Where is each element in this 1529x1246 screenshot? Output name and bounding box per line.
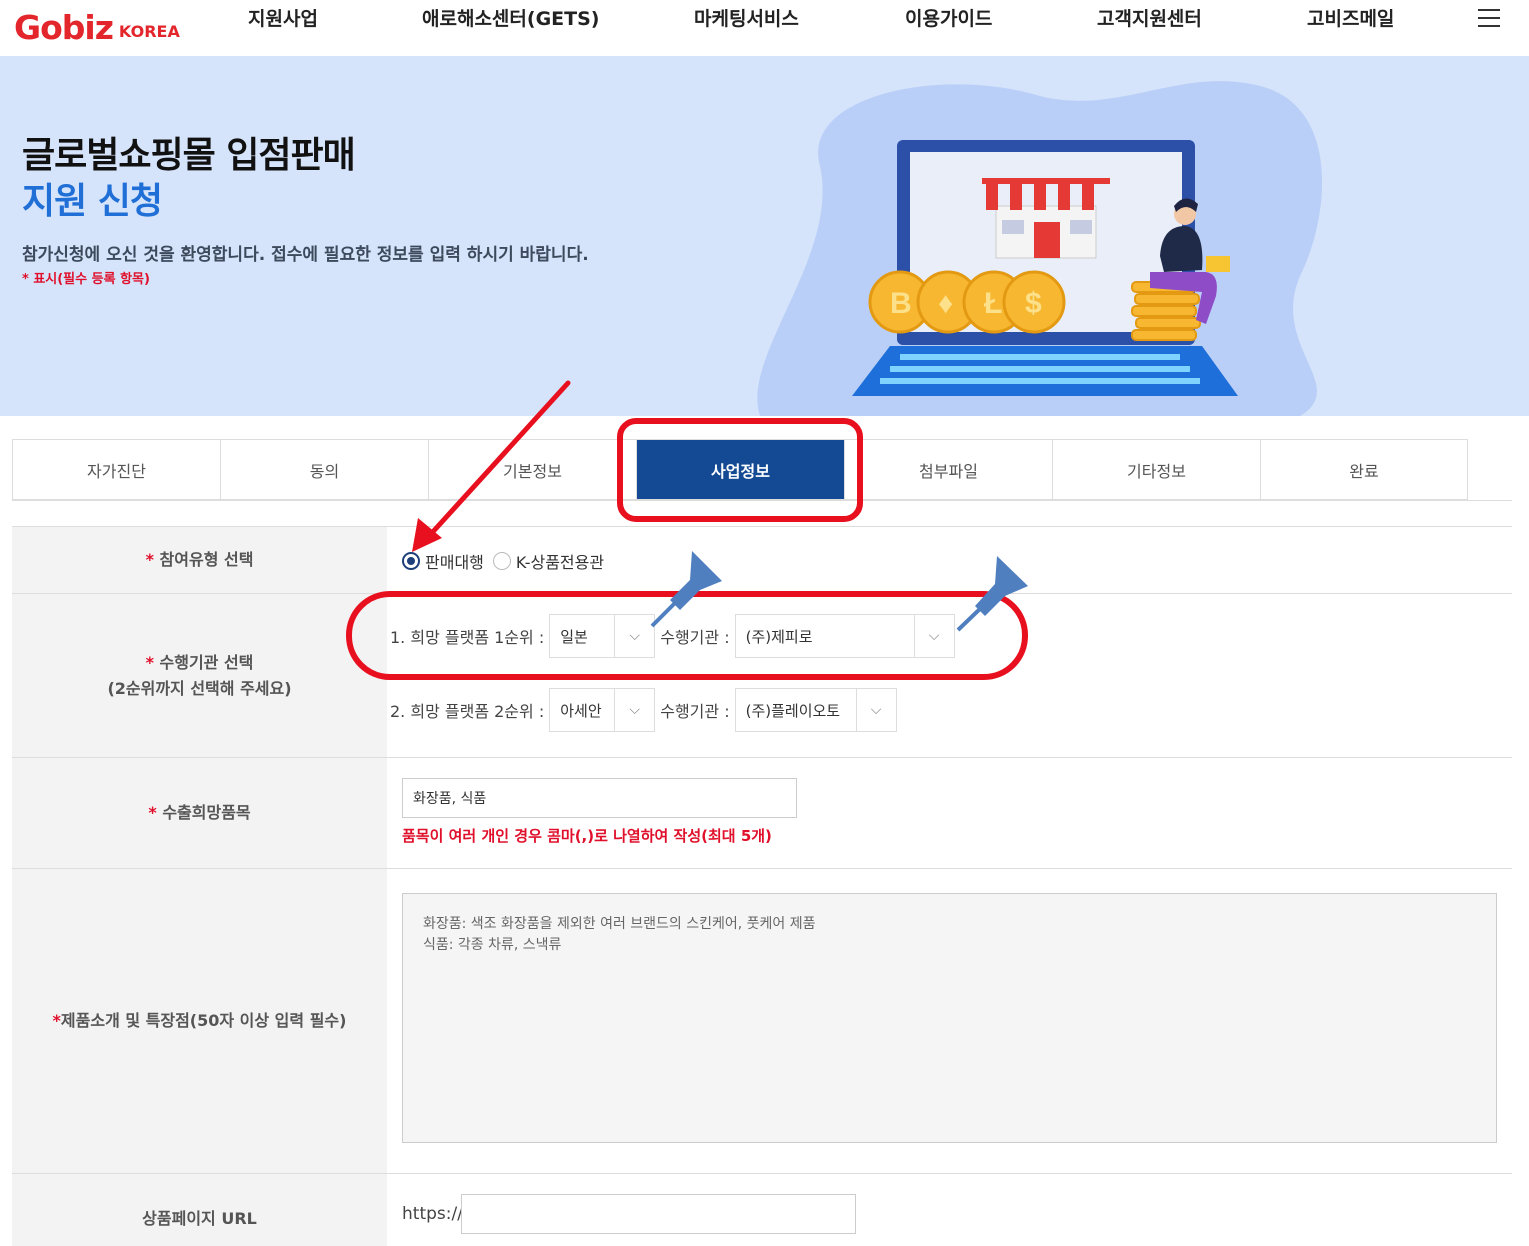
product-url-input[interactable] xyxy=(461,1194,856,1234)
agency-label-text: 수행기관 선택 xyxy=(159,652,254,672)
svg-text:B: B xyxy=(890,287,912,320)
logo-sub-text: KOREA xyxy=(118,22,180,41)
tab-basic-info[interactable]: 기본정보 xyxy=(428,439,636,500)
product-url-label: 상품페이지 URL xyxy=(12,1174,387,1246)
radio-k-product-hall[interactable] xyxy=(492,552,511,570)
tab-other-info[interactable]: 기타정보 xyxy=(1052,439,1260,500)
logo-main-text: Gobiz xyxy=(14,8,114,47)
hamburger-menu-icon[interactable] xyxy=(1478,9,1500,27)
svg-text:$: $ xyxy=(1025,287,1042,320)
tab-attachments[interactable]: 첨부파일 xyxy=(844,439,1052,500)
site-header: Gobiz KOREA 지원사업 애로해소센터(GETS) 마케팅서비스 이용가… xyxy=(0,0,1529,56)
radio-sales-agency[interactable] xyxy=(402,552,420,570)
tab-complete[interactable]: 완료 xyxy=(1260,439,1468,500)
hero-description: 참가신청에 오신 것을 환영합니다. 접수에 필요한 정보를 입력 하시기 바랍… xyxy=(22,245,589,265)
step-tabs: 자가진단 동의 기본정보 사업정보 첨부파일 기타정보 완료 xyxy=(12,439,1512,501)
required-mark: * xyxy=(148,803,157,823)
radio-sales-agency-label[interactable]: 판매대행 xyxy=(425,549,484,573)
chevron-down-icon: ⌵ xyxy=(855,689,896,731)
tab-self-diagnosis[interactable]: 자가진단 xyxy=(12,439,220,500)
priority1-agency-select[interactable]: (주)제피로 ⌵ xyxy=(734,614,955,658)
tab-agreement[interactable]: 동의 xyxy=(220,439,428,500)
product-intro-textarea[interactable]: 화장품: 색조 화장품을 제외한 여러 브랜드의 스킨케어, 풋케어 제품 식품… xyxy=(402,893,1497,1143)
priority2-agency-value: (주)플레이오토 xyxy=(745,701,841,720)
product-intro-label: *제품소개 및 특장점(50자 이상 입력 필수) xyxy=(12,869,387,1173)
export-items-label: * 수출희망품목 xyxy=(12,758,387,868)
online-shop-illustration: B ♦ Ł $ xyxy=(757,81,1323,416)
tab-business-info[interactable]: 사업정보 xyxy=(636,439,844,500)
required-note: * 표시(필수 등록 항목) xyxy=(22,272,150,287)
svg-text:Ł: Ł xyxy=(984,287,1002,320)
page: Gobiz KOREA 지원사업 애로해소센터(GETS) 마케팅서비스 이용가… xyxy=(0,0,1529,1246)
priority1-agency-label: 수행기관 : xyxy=(660,628,730,647)
hero-banner: 글로벌쇼핑몰 입점판매 지원 신청 참가신청에 오신 것을 환영합니다. 접수에… xyxy=(0,56,1529,416)
priority2-platform-select[interactable]: 아세안 ⌵ xyxy=(549,688,656,732)
priority2-agency-select[interactable]: (주)플레이오토 ⌵ xyxy=(734,688,897,732)
priority2-line: 2. 희망 플랫폼 2순위 : 아세안 ⌵ 수행기관 : (주)플레이오토 ⌵ xyxy=(390,688,897,732)
priority1-platform-value: 일본 xyxy=(560,627,588,646)
gobiz-logo[interactable]: Gobiz KOREA xyxy=(14,4,180,44)
required-mark: * xyxy=(145,550,154,570)
nav-customer-center[interactable]: 고객지원센터 xyxy=(1097,4,1202,31)
priority1-platform-select[interactable]: 일본 ⌵ xyxy=(549,614,656,658)
participation-label-text: 참여유형 선택 xyxy=(159,550,254,570)
priority2-platform-value: 아세안 xyxy=(560,701,602,720)
url-prefix: https:// xyxy=(402,1204,463,1224)
hero-title: 글로벌쇼핑몰 입점판매 xyxy=(22,135,356,176)
required-mark: * xyxy=(52,1011,61,1031)
agency-sublabel: (2순위까지 선택해 주세요) xyxy=(107,678,292,698)
export-items-input[interactable] xyxy=(402,778,797,818)
priority1-label: 1. 희망 플랫폼 1순위 : xyxy=(390,628,545,647)
nav-marketing[interactable]: 마케팅서비스 xyxy=(694,4,799,31)
radio-k-product-hall-label[interactable]: K-상품전용관 xyxy=(516,549,604,573)
product-url-label-text: 상품페이지 URL xyxy=(142,1208,257,1228)
chevron-down-icon: ⌵ xyxy=(614,689,654,731)
participation-type-label: * 참여유형 선택 xyxy=(12,527,387,593)
required-mark: * xyxy=(145,652,154,672)
nav-guide[interactable]: 이용가이드 xyxy=(905,4,992,31)
agency-selection-label: * 수행기관 선택 (2순위까지 선택해 주세요) xyxy=(12,594,387,757)
hero-subtitle: 지원 신청 xyxy=(22,181,163,222)
nav-gobiz-mail[interactable]: 고비즈메일 xyxy=(1307,4,1394,31)
priority1-line: 1. 희망 플랫폼 1순위 : 일본 ⌵ 수행기관 : (주)제피로 ⌵ xyxy=(390,614,955,658)
nav-gets[interactable]: 애로해소센터(GETS) xyxy=(422,4,599,31)
product-intro-label-text: 제품소개 및 특장점(50자 이상 입력 필수) xyxy=(60,1011,347,1031)
participation-type-row: * 참여유형 선택 판매대행 K-상품전용관 xyxy=(12,526,1512,593)
chevron-down-icon: ⌵ xyxy=(614,615,654,657)
participation-options: 판매대행 K-상품전용관 xyxy=(402,549,604,573)
export-items-label-text: 수출희망품목 xyxy=(162,803,251,823)
nav-support-programs[interactable]: 지원사업 xyxy=(248,4,318,31)
export-items-help: 품목이 여러 개인 경우 콤마(,)로 나열하여 작성(최대 5개) xyxy=(402,827,772,845)
priority2-label: 2. 희망 플랫폼 2순위 : xyxy=(390,702,545,721)
priority1-agency-value: (주)제피로 xyxy=(745,627,813,646)
svg-text:♦: ♦ xyxy=(938,287,953,320)
chevron-down-icon: ⌵ xyxy=(913,615,954,657)
priority2-agency-label: 수행기관 : xyxy=(660,702,730,721)
